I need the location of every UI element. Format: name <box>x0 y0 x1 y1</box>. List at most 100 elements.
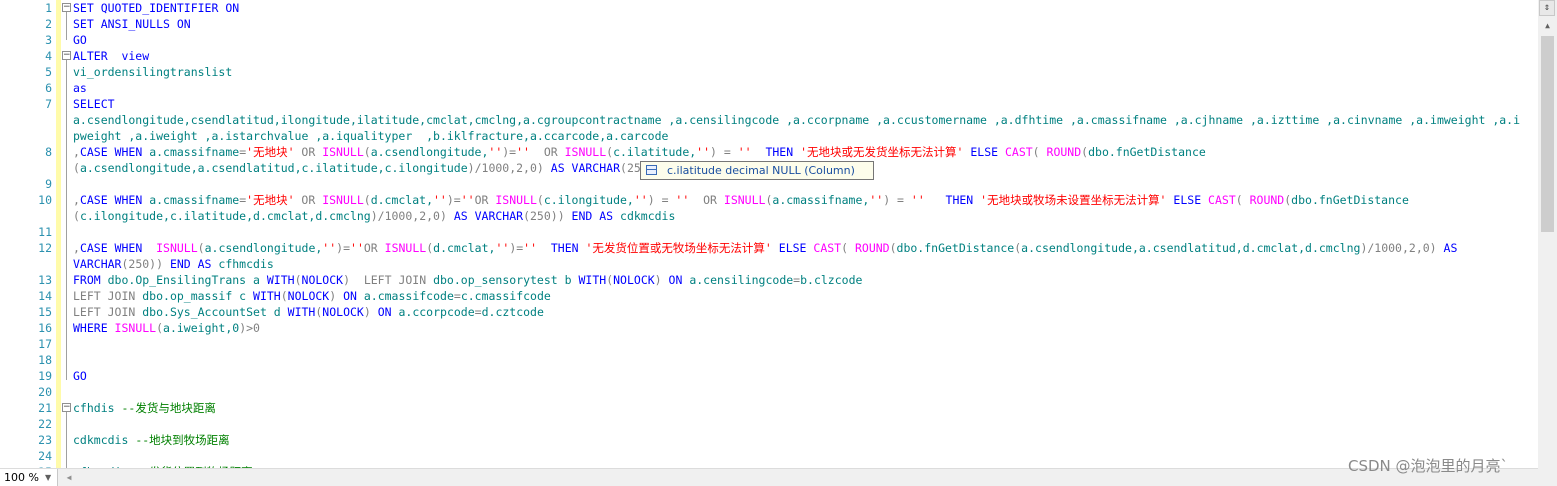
code-token: LEFT JOIN <box>73 289 143 303</box>
code-token: '无地块' <box>246 193 295 207</box>
code-line[interactable]: pweight ,a.iweight ,a.istarchvalue ,a.iq… <box>73 128 668 144</box>
code-token: '' <box>516 145 530 159</box>
code-token: )= <box>336 241 351 255</box>
line-number: 22 <box>38 417 52 431</box>
code-line[interactable]: GO <box>73 32 87 48</box>
line-number: 14 <box>38 289 52 303</box>
code-token: cfhmcdis <box>218 257 274 271</box>
scroll-up-arrow-icon[interactable]: ▲ <box>1538 18 1557 34</box>
scrollbar-thumb[interactable] <box>1541 36 1554 232</box>
collapse-region-icon[interactable]: − <box>62 3 71 12</box>
line-number <box>0 128 52 144</box>
code-token: AS VARCHAR <box>453 209 524 223</box>
code-token: ) = <box>710 145 738 159</box>
code-token: CASE WHEN <box>79 145 150 159</box>
code-line[interactable]: cfhdis --发货与地块距离 <box>73 400 216 416</box>
code-line[interactable]: VARCHAR(250)) END AS cfhmcdis <box>73 256 274 272</box>
code-token: CAST <box>1208 193 1236 207</box>
code-token: dbo.Op_EnsilingTrans a <box>107 273 267 287</box>
line-number: 4 <box>45 49 52 63</box>
code-token: CASE WHEN <box>79 193 150 207</box>
line-number: 18 <box>38 353 52 367</box>
code-token: ON <box>668 273 690 287</box>
code-token: OR <box>363 241 385 255</box>
code-token: = <box>453 289 461 303</box>
code-token: NOLOCK <box>613 273 655 287</box>
zoom-value: 100 % <box>4 471 39 484</box>
code-line[interactable]: cdkmcdis --地块到牧场距离 <box>73 432 230 448</box>
line-number <box>0 112 52 128</box>
code-line[interactable]: a.csendlongitude,csendlatitud,ilongitude… <box>73 112 1520 128</box>
vertical-scrollbar[interactable]: ⇕ ▲ <box>1538 0 1557 486</box>
code-token: (250)) <box>523 209 572 223</box>
zoom-select[interactable]: 100 % ▼ <box>0 469 58 486</box>
code-token: NOLOCK <box>301 273 344 287</box>
code-line[interactable]: GO <box>73 368 87 384</box>
code-token: WITH <box>253 289 281 303</box>
code-token: ( <box>280 289 288 303</box>
line-number: 24 <box>38 449 52 463</box>
line-number-gutter: 1234567891011121314151617181920212223242… <box>0 0 56 468</box>
code-token: ISNULL <box>322 145 364 159</box>
code-token: dbo.op_sensorytest b <box>433 273 579 287</box>
code-token: CAST <box>813 241 842 255</box>
code-token: NOLOCK <box>322 305 364 319</box>
code-token: '' <box>488 145 503 159</box>
code-token: '' <box>869 193 884 207</box>
code-token: ) <box>363 305 378 319</box>
line-number: 2 <box>45 17 52 31</box>
line-number: 3 <box>45 33 52 47</box>
code-line[interactable]: SET QUOTED_IDENTIFIER ON <box>73 0 239 16</box>
line-number: 12 <box>38 241 52 255</box>
split-window-icon[interactable]: ⇕ <box>1539 0 1555 16</box>
code-token: a.cmassifname, <box>772 193 870 207</box>
code-token: NOLOCK <box>287 289 330 303</box>
code-token: END AS <box>169 257 219 271</box>
code-token: THEN <box>537 241 586 255</box>
code-token: c.cmassifcode <box>460 289 551 303</box>
code-line[interactable]: SELECT <box>73 96 115 112</box>
code-token: ISNULL <box>564 145 607 159</box>
code-text-area[interactable]: SET QUOTED_IDENTIFIER ON SET ANSI_NULLS O… <box>61 0 1538 468</box>
code-line[interactable]: WHERE ISNULL(a.iweight,0)>0 <box>73 320 260 336</box>
code-line[interactable]: SET ANSI_NULLS ON <box>73 16 191 32</box>
outline-guide <box>66 12 67 40</box>
code-line[interactable]: ,CASE WHEN a.cmassifname='无地块' OR ISNULL… <box>73 144 1206 160</box>
collapse-region-icon[interactable]: − <box>62 51 71 60</box>
quickinfo-tooltip: c.ilatitude decimal NULL (Column) <box>640 161 874 180</box>
code-token: SET ANSI_NULLS ON <box>73 17 191 31</box>
code-token: as <box>73 81 87 95</box>
code-token: END AS <box>571 209 621 223</box>
code-token: ON <box>343 289 364 303</box>
code-token: d.cmclat, <box>433 241 496 255</box>
code-line[interactable]: FROM dbo.Op_EnsilingTrans a WITH(NOLOCK)… <box>73 272 862 288</box>
code-token: )/1000,2,0) <box>370 209 454 223</box>
code-line[interactable]: ,CASE WHEN ISNULL(a.csendlongitude,'')='… <box>73 240 1457 256</box>
chevron-down-icon[interactable]: ▼ <box>45 469 51 486</box>
code-token: --发货与地块距离 <box>121 401 216 415</box>
code-line[interactable]: LEFT JOIN dbo.Sys_AccountSet d WITH(NOLO… <box>73 304 544 320</box>
line-number: 20 <box>38 385 52 399</box>
code-line[interactable]: LEFT JOIN dbo.op_massif c WITH(NOLOCK) O… <box>73 288 551 304</box>
code-token: dbo.fnGetDistance <box>896 241 1015 255</box>
code-token: cdkmcdis <box>620 209 676 223</box>
code-token: c.ilongitude,c.ilatitude,d.cmclat,d.cmcl… <box>79 209 371 223</box>
code-line[interactable]: as <box>73 80 87 96</box>
code-line[interactable]: vi_ordensilingtranslist <box>73 64 232 80</box>
line-number: 15 <box>38 305 52 319</box>
code-line[interactable]: (c.ilongitude,c.ilatitude,d.cmclat,d.cmc… <box>73 208 675 224</box>
code-token: WHERE <box>73 321 115 335</box>
code-token: '' <box>696 145 711 159</box>
code-token: OR <box>689 193 724 207</box>
scroll-left-arrow-icon[interactable]: ◀ <box>62 469 76 486</box>
code-token: '' <box>350 241 364 255</box>
code-line[interactable]: ALTER view <box>73 48 149 64</box>
code-token: '' <box>675 193 690 207</box>
code-line[interactable]: ,CASE WHEN a.cmassifname='无地块' OR ISNULL… <box>73 192 1409 208</box>
code-token: ISNULL <box>384 241 427 255</box>
collapse-region-icon[interactable]: − <box>62 403 71 412</box>
line-number <box>0 208 52 224</box>
code-token: --地块到牧场距离 <box>135 433 230 447</box>
code-editor[interactable]: 1234567891011121314151617181920212223242… <box>0 0 1538 468</box>
code-token: vi_ordensilingtranslist <box>73 65 233 79</box>
